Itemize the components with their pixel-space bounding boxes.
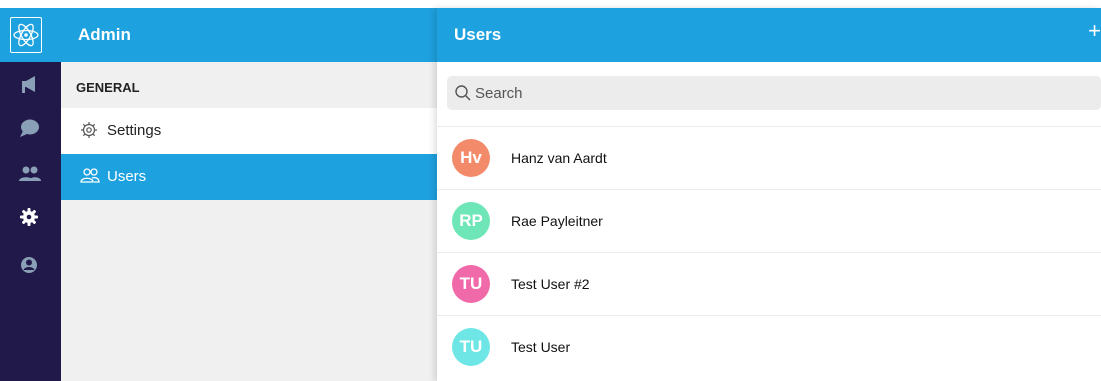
sidebar-title: Admin <box>78 25 131 44</box>
people-outline-icon <box>80 167 100 190</box>
admin-sidebar: Admin GENERAL Settings Users <box>61 8 437 381</box>
atom-icon <box>10 17 42 53</box>
page-title: Users <box>454 25 502 44</box>
people-icon[interactable] <box>18 164 44 188</box>
user-name: Test User #2 <box>511 276 590 292</box>
user-name: Test User <box>511 339 571 355</box>
search-input[interactable] <box>473 76 1075 110</box>
user-circle-icon[interactable] <box>18 254 44 278</box>
sidebar-item-label: Settings <box>107 122 162 139</box>
add-user-button[interactable]: + <box>1085 18 1101 44</box>
app-window: Admin GENERAL Settings Users Users + Sea… <box>0 8 1101 381</box>
users-panel: Users + Hv Hanz van Aardt RP Rae Payleit… <box>437 8 1101 381</box>
avatar: TU <box>452 265 490 303</box>
megaphone-icon[interactable] <box>18 74 44 98</box>
search-icon <box>455 85 471 101</box>
gear-outline-icon <box>80 121 98 144</box>
list-item[interactable]: TU Test User #2 <box>437 252 1101 315</box>
chat-bubble-icon[interactable] <box>18 118 44 142</box>
list-item[interactable]: TU Test User <box>437 315 1101 378</box>
gear-icon[interactable] <box>18 206 44 230</box>
avatar: RP <box>452 202 490 240</box>
list-item[interactable]: Hv Hanz van Aardt <box>437 126 1101 189</box>
sidebar-item-users[interactable]: Users <box>61 154 437 200</box>
sidebar-item-settings[interactable]: Settings <box>61 108 437 154</box>
avatar: Hv <box>452 139 490 177</box>
icon-rail <box>0 8 61 381</box>
section-heading-general: GENERAL <box>76 80 140 95</box>
search-bar <box>447 76 1101 110</box>
list-item[interactable]: RP Rae Payleitner <box>437 189 1101 252</box>
user-name: Rae Payleitner <box>511 213 603 229</box>
sidebar-item-label: Users <box>107 168 147 185</box>
sidebar-header: Admin <box>61 8 437 62</box>
avatar: TU <box>452 328 490 366</box>
panel-header: Users + <box>437 8 1101 62</box>
app-logo[interactable] <box>0 8 61 62</box>
user-name: Hanz van Aardt <box>511 150 607 166</box>
